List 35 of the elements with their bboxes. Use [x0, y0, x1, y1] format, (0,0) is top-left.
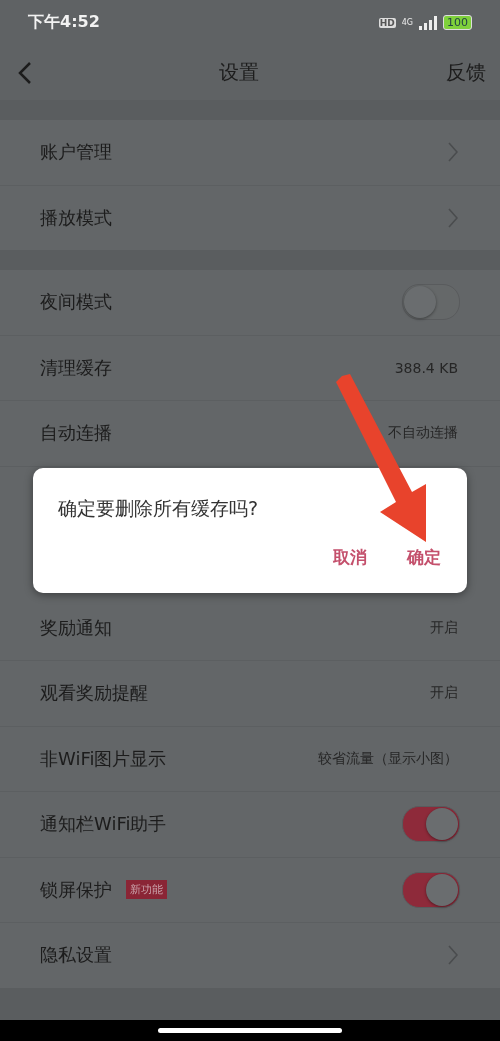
- new-feature-tag: 新功能: [126, 880, 167, 900]
- signal-icon: [419, 15, 437, 30]
- hd-icon: HD: [378, 17, 396, 28]
- toggle-switch[interactable]: [402, 284, 460, 321]
- setting-label[interactable]: 隐私设置: [40, 943, 112, 968]
- page-title: 设置: [219, 59, 259, 86]
- setting-label[interactable]: 播放模式: [40, 205, 112, 230]
- status-time: 下午4:52: [28, 12, 100, 33]
- chevron-right-icon[interactable]: [448, 142, 458, 163]
- battery-icon: 100: [443, 15, 472, 30]
- dialog-message: 确定要删除所有缓存吗?: [58, 496, 260, 521]
- network-label: 4G: [401, 18, 413, 27]
- setting-label[interactable]: 奖励通知: [40, 615, 112, 640]
- setting-value: 较省流量（显示小图）: [318, 749, 458, 768]
- toggle-switch[interactable]: [402, 806, 460, 843]
- setting-label[interactable]: 自动连播: [40, 421, 112, 446]
- setting-label[interactable]: 通知栏WiFi助手: [40, 812, 167, 837]
- setting-label[interactable]: 观看奖励提醒: [40, 681, 148, 706]
- feedback-link[interactable]: 反馈: [446, 59, 486, 86]
- setting-label[interactable]: 账户管理: [40, 140, 112, 165]
- setting-value: 开启: [430, 618, 458, 637]
- setting-value: 388.4 KB: [394, 359, 458, 376]
- chevron-right-icon[interactable]: [448, 207, 458, 228]
- home-indicator[interactable]: [158, 1028, 342, 1033]
- back-icon[interactable]: [18, 60, 32, 85]
- setting-label[interactable]: 非WiFi图片显示: [40, 746, 167, 771]
- dialog-button[interactable]: 取消: [331, 542, 369, 573]
- setting-label[interactable]: 锁屏保护: [40, 877, 112, 902]
- setting-value: 开启: [430, 684, 458, 703]
- chevron-right-icon[interactable]: [448, 945, 458, 966]
- setting-label[interactable]: 清理缓存: [40, 355, 112, 380]
- setting-label[interactable]: 夜间模式: [40, 290, 112, 315]
- setting-value: 不自动连播: [388, 424, 458, 443]
- dialog-button[interactable]: 确定: [405, 542, 443, 573]
- toggle-switch[interactable]: [402, 871, 460, 908]
